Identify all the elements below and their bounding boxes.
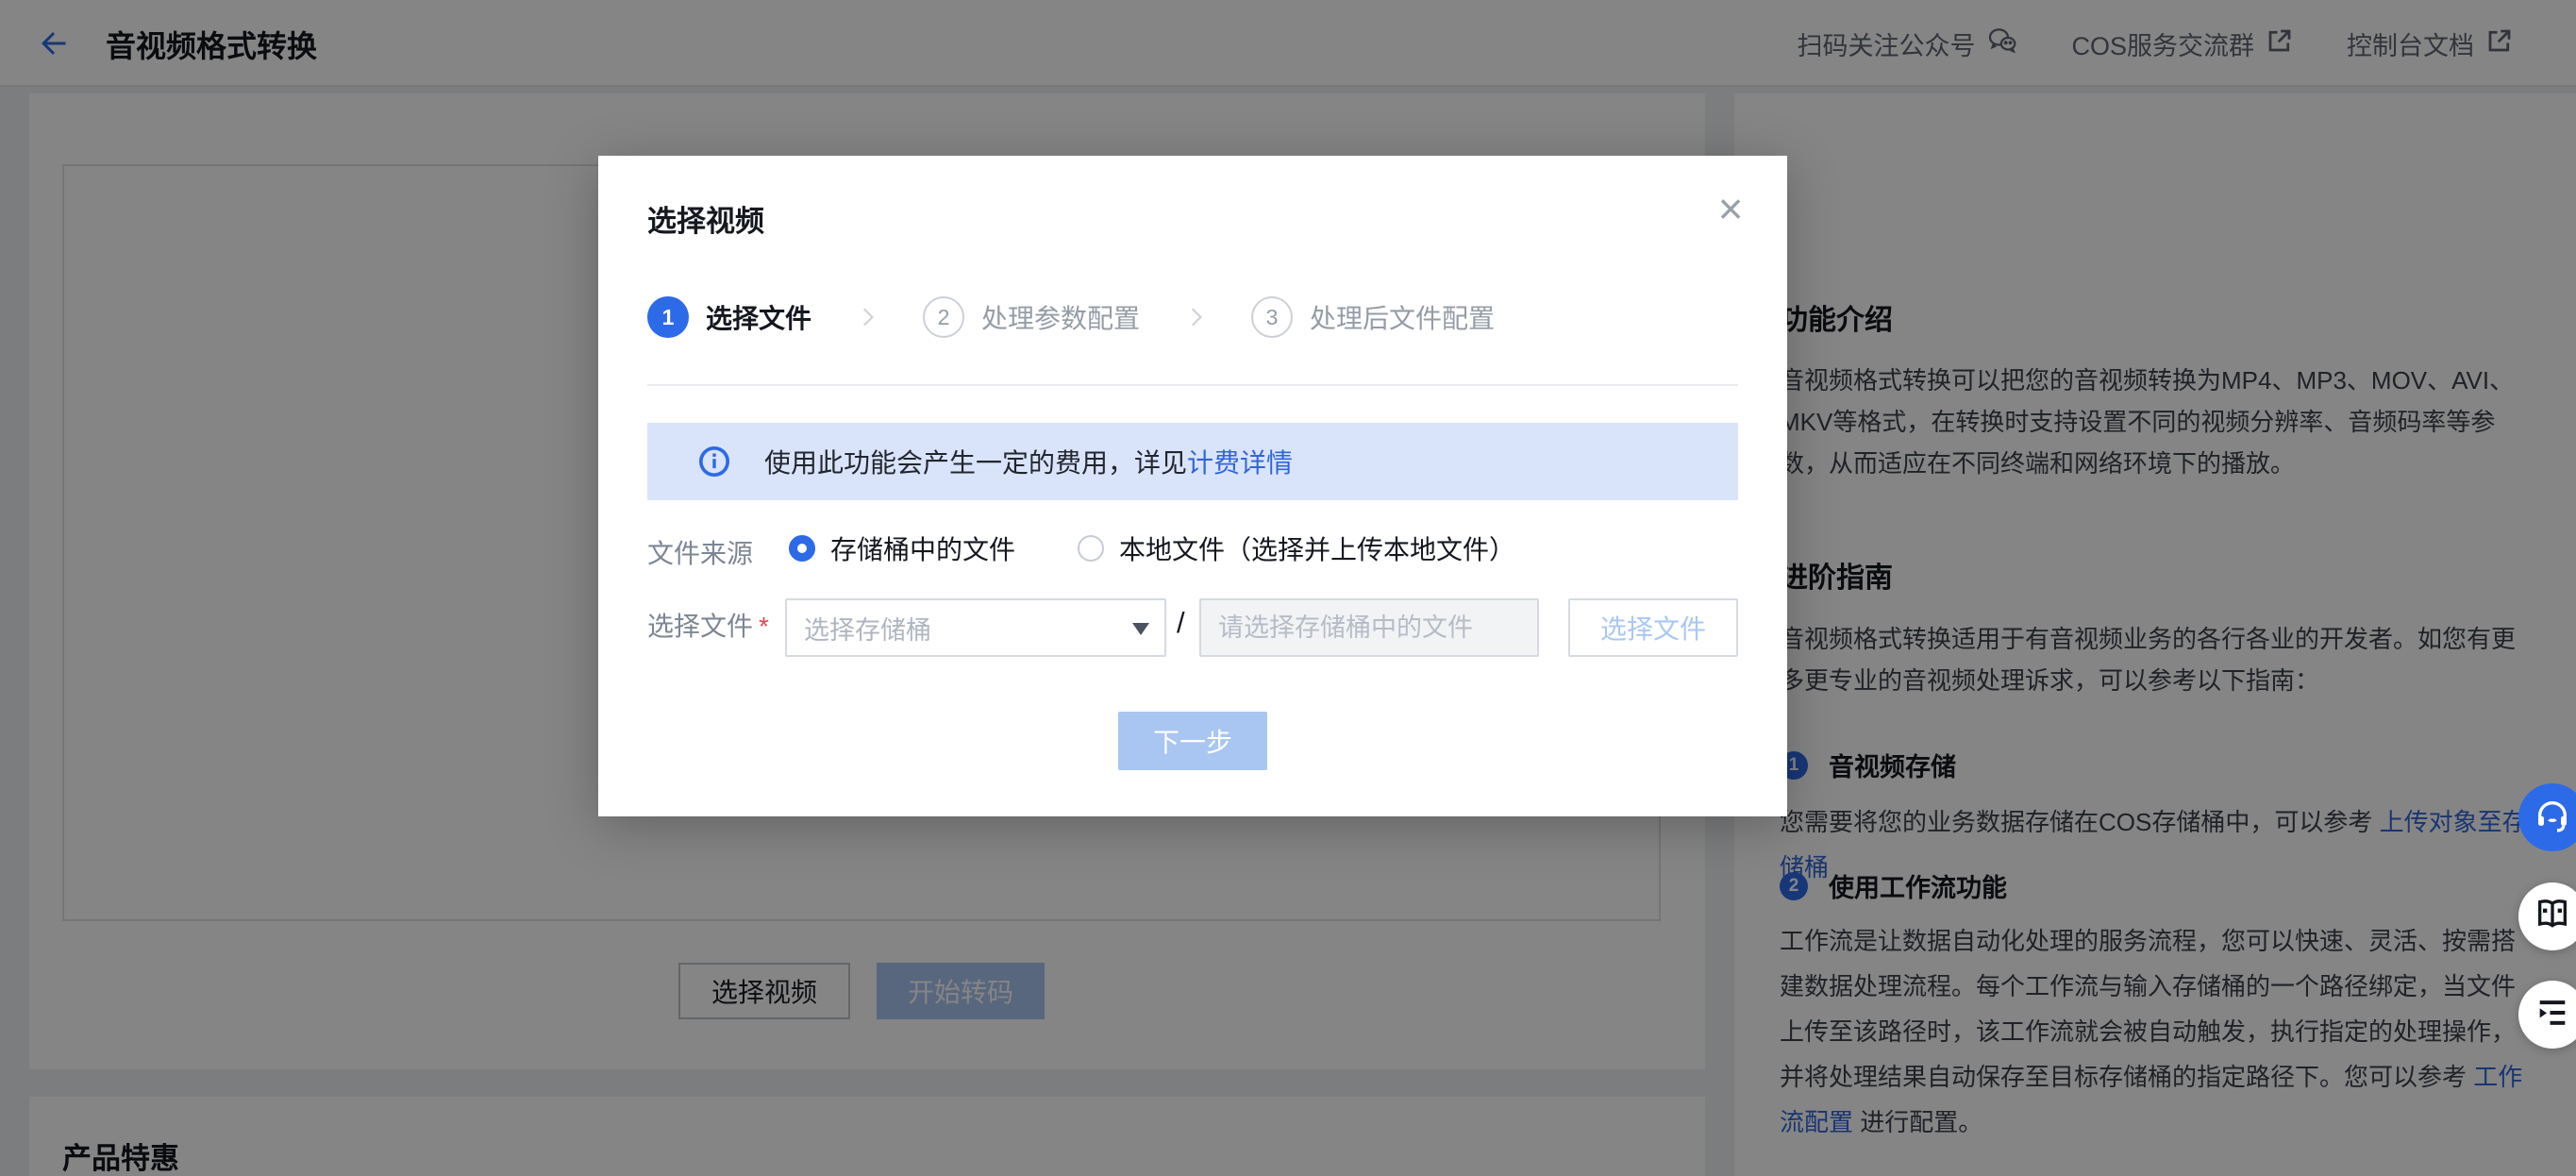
select-video-modal: 选择视频 × 1 选择文件 2 处理参数配置 3 处理后文件配置: [598, 156, 1787, 816]
task-list-icon: [2534, 994, 2571, 1036]
select-file-label-text: 选择文件: [647, 612, 753, 641]
notice-text: 使用此功能会产生一定的费用，详见计费详情: [764, 443, 1293, 480]
chevron-right-icon: [1183, 305, 1208, 329]
screen: 音视频格式转换 扫码关注公众号 COS服务交流群: [0, 0, 2576, 1176]
modal-title: 选择视频: [647, 197, 764, 240]
step-3-circle: 3: [1251, 296, 1293, 338]
notice-text-main: 使用此功能会产生一定的费用，详见: [764, 448, 1187, 478]
next-step-button: 下一步: [1118, 712, 1267, 770]
radio-label: 存储桶中的文件: [830, 529, 1015, 567]
chevron-right-icon: [855, 305, 879, 329]
select-file-row: 选择文件* 选择存储桶 / 选择文件: [647, 598, 1738, 657]
info-icon: [698, 445, 730, 478]
radio-local-file[interactable]: 本地文件（选择并上传本地文件）: [1078, 529, 1515, 567]
headset-icon: [2534, 797, 2571, 839]
required-mark: *: [759, 612, 769, 641]
caret-down-icon: [1132, 623, 1149, 635]
open-book-icon: [2534, 896, 2571, 938]
file-source-options: 存储桶中的文件 本地文件（选择并上传本地文件）: [789, 529, 1515, 567]
billing-details-link[interactable]: 计费详情: [1187, 448, 1293, 478]
step-2-label: 处理参数配置: [981, 298, 1140, 336]
file-source-row: 文件来源 存储桶中的文件 本地文件（选择并上传本地文件）: [647, 529, 1738, 571]
stepper: 1 选择文件 2 处理参数配置 3 处理后文件配置: [647, 295, 1495, 339]
bucket-select[interactable]: 选择存储桶: [785, 598, 1166, 657]
bucket-select-placeholder: 选择存储桶: [804, 610, 931, 647]
step-3-label: 处理后文件配置: [1310, 298, 1495, 336]
path-separator: /: [1177, 606, 1185, 640]
radio-bucket-file[interactable]: 存储桶中的文件: [789, 529, 1015, 567]
step-1-circle: 1: [647, 296, 689, 338]
divider: [647, 384, 1738, 386]
step-2-circle: 2: [923, 296, 964, 338]
close-icon[interactable]: ×: [1706, 184, 1755, 233]
bucket-file-input[interactable]: [1199, 598, 1539, 657]
radio-selected-icon: [789, 535, 815, 562]
step-1-label: 选择文件: [706, 298, 811, 336]
radio-unselected-icon: [1078, 535, 1104, 562]
file-source-label: 文件来源: [647, 533, 753, 571]
billing-notice: 使用此功能会产生一定的费用，详见计费详情: [647, 423, 1738, 500]
select-file-label: 选择文件*: [647, 606, 769, 644]
radio-label: 本地文件（选择并上传本地文件）: [1119, 529, 1515, 567]
browse-file-button[interactable]: 选择文件: [1568, 598, 1738, 657]
